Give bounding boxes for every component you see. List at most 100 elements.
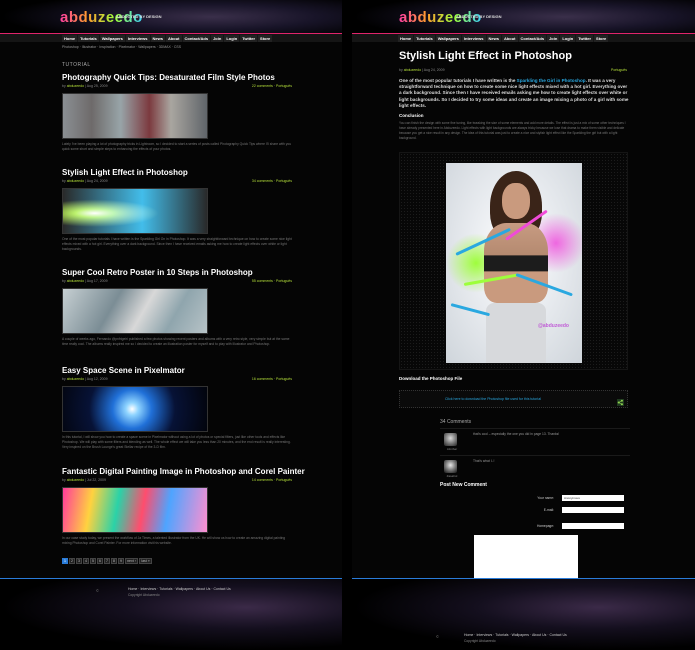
post-comment-heading: Post New Comment xyxy=(440,482,487,488)
post-title[interactable]: Photography Quick Tips: Desaturated Film… xyxy=(62,73,292,82)
post-author[interactable]: abduzeedo xyxy=(67,179,84,183)
nav-item-wallpapers[interactable]: Wallpapers xyxy=(99,35,125,42)
nav-item-store[interactable]: Store xyxy=(258,35,273,42)
page-link[interactable]: 2 xyxy=(69,558,75,564)
lead-link[interactable]: Sparkling the Girl in Photoshop xyxy=(517,78,586,83)
nav-item-wallpapers[interactable]: Wallpapers xyxy=(435,35,461,42)
page-link[interactable]: 8 xyxy=(111,558,117,564)
nav-item-login[interactable]: Login xyxy=(560,35,576,42)
nav-item-about[interactable]: About xyxy=(165,35,182,42)
post-thumbnail[interactable] xyxy=(62,386,208,432)
post-date: Aug 17, 2009 xyxy=(86,279,108,283)
page-link[interactable]: 4 xyxy=(83,558,89,564)
post-meta: by abduzeedo | Aug 24, 2009 34 comments … xyxy=(62,179,292,185)
comment-author[interactable]: Almibar xyxy=(442,447,462,451)
post-comments-link[interactable]: 16 comments · Português xyxy=(252,377,292,381)
avatar xyxy=(444,460,457,473)
listing-page: abduzeedo ABDUCTED BY DESIGN Home Tutoria… xyxy=(0,0,342,650)
email-field[interactable] xyxy=(562,507,624,513)
nav-item-contact-ads[interactable]: Contact/Ads xyxy=(518,35,547,42)
footer-links[interactable]: Home · Interviews · Tutorials · Wallpape… xyxy=(128,587,231,591)
comments-heading: 34 Comments xyxy=(440,419,472,425)
comment-text: That’s what I..! xyxy=(473,459,495,463)
article-date: Aug 24, 2009 xyxy=(423,68,445,72)
page-link[interactable]: 1 xyxy=(62,558,68,564)
post-author[interactable]: abduzeedo xyxy=(67,84,84,88)
nav-item-tutorials[interactable]: Tutorials xyxy=(414,35,435,42)
homepage-label: Homepage: xyxy=(536,524,554,528)
post-comments-link[interactable]: 55 comments · Português xyxy=(252,279,292,283)
comment-author[interactable]: Zasahol xyxy=(442,474,462,478)
footer-links[interactable]: Home · Interviews · Tutorials · Wallpape… xyxy=(464,633,567,637)
footer-mark: © xyxy=(96,588,99,593)
site-header: abduzeedo ABDUCTED BY DESIGN Home Tutoria… xyxy=(0,0,342,42)
post-title[interactable]: Easy Space Scene in Pixelmator xyxy=(62,366,292,375)
name-field[interactable] xyxy=(562,495,624,501)
page-link[interactable]: 3 xyxy=(76,558,82,564)
post-excerpt: In our case study today, we present the … xyxy=(62,536,286,545)
last-page-link[interactable]: last » xyxy=(139,558,152,564)
post-comments-link[interactable]: 22 comments · Português xyxy=(252,84,292,88)
share-icon[interactable] xyxy=(617,399,624,406)
page-link[interactable]: 5 xyxy=(90,558,96,564)
language-link[interactable]: Português xyxy=(611,68,627,72)
post-thumbnail[interactable] xyxy=(62,288,208,334)
post-date: Aug 25, 2009 xyxy=(86,84,108,88)
footer-copyright: Copyright Abduzeedo xyxy=(128,593,160,597)
email-label: E-mail: xyxy=(543,508,554,512)
post-author[interactable]: abduzeedo xyxy=(67,279,84,283)
download-box: Click here to download the Photoshop fil… xyxy=(399,390,628,408)
page-link[interactable]: 7 xyxy=(104,558,110,564)
post-thumbnail[interactable] xyxy=(62,487,208,533)
nav-item-twitter[interactable]: Twitter xyxy=(576,35,594,42)
nav-item-home[interactable]: Home xyxy=(398,35,414,42)
page-link[interactable]: 6 xyxy=(97,558,103,564)
post-byline: by abduzeedo | Aug 24, 2009 xyxy=(62,179,108,183)
post-author[interactable]: abduzeedo xyxy=(67,478,84,482)
post-comments-link[interactable]: 34 comments · Português xyxy=(252,179,292,183)
next-page-link[interactable]: next › xyxy=(125,558,138,564)
nav-item-contact-ads[interactable]: Contact/Ads xyxy=(182,35,211,42)
download-link[interactable]: Click here to download the Photoshop fil… xyxy=(445,397,541,401)
nav-item-news[interactable]: News xyxy=(150,35,165,42)
post-date: Aug 24, 2009 xyxy=(86,179,108,183)
homepage-field[interactable] xyxy=(562,523,624,529)
nav-item-join[interactable]: Join xyxy=(547,35,560,42)
post-excerpt: In this tutorial, I will show you how to… xyxy=(62,435,291,449)
site-tagline: ABDUCTED BY DESIGN xyxy=(456,14,502,19)
page-link[interactable]: 9 xyxy=(118,558,124,564)
post-author[interactable]: abduzeedo xyxy=(67,377,84,381)
pagination: 1 2 3 4 5 6 7 8 9 next › last » xyxy=(62,558,152,564)
comment-text: that’s cool – especially the one you did… xyxy=(473,432,560,436)
nav-item-join[interactable]: Join xyxy=(211,35,224,42)
article-title: Stylish Light Effect in Photoshop xyxy=(399,50,572,62)
nav-item-twitter[interactable]: Twitter xyxy=(240,35,258,42)
download-heading: Download the Photoshop File xyxy=(399,376,463,381)
post-title[interactable]: Super Cool Retro Poster in 10 Steps in P… xyxy=(62,268,292,277)
nav-item-home[interactable]: Home xyxy=(62,35,78,42)
post-byline: by abduzeedo | Aug 25, 2009 xyxy=(62,84,108,88)
nav-items: Home Tutorials Wallpapers Interviews News Abo… xyxy=(398,35,609,42)
category-subnav[interactable]: Photoshop · Illustrator · Inspiration · … xyxy=(62,45,181,49)
post-item: Super Cool Retro Poster in 10 Steps in P… xyxy=(62,268,292,347)
article-author[interactable]: abduzeedo xyxy=(404,68,421,72)
article-byline: by abduzeedo | Aug 24, 2009 xyxy=(399,68,445,72)
post-title[interactable]: Fantastic Digital Painting Image in Phot… xyxy=(62,467,305,476)
post-title[interactable]: Stylish Light Effect in Photoshop xyxy=(62,168,292,177)
nav-item-interviews[interactable]: Interviews xyxy=(125,35,150,42)
nav-items: Home Tutorials Wallpapers Interviews News Abo… xyxy=(62,35,273,42)
post-meta: by abduzeedo | Aug 17, 2009 55 comments … xyxy=(62,279,292,285)
post-meta: by abduzeedo | Aug 25, 2009 22 comments … xyxy=(62,84,292,90)
nav-item-tutorials[interactable]: Tutorials xyxy=(78,35,99,42)
post-date: Jul 22, 2009 xyxy=(86,478,106,482)
nav-item-store[interactable]: Store xyxy=(594,35,609,42)
nav-item-about[interactable]: About xyxy=(501,35,518,42)
post-comments-link[interactable]: 14 comments · Português xyxy=(252,478,292,482)
post-item: Stylish Light Effect in Photoshop by abd… xyxy=(62,168,292,252)
post-thumbnail[interactable] xyxy=(62,188,208,234)
post-thumbnail[interactable] xyxy=(62,93,208,139)
nav-item-login[interactable]: Login xyxy=(224,35,240,42)
article-lead: One of the most popular tutorials I have… xyxy=(399,78,629,108)
nav-item-interviews[interactable]: Interviews xyxy=(461,35,486,42)
nav-item-news[interactable]: News xyxy=(486,35,501,42)
